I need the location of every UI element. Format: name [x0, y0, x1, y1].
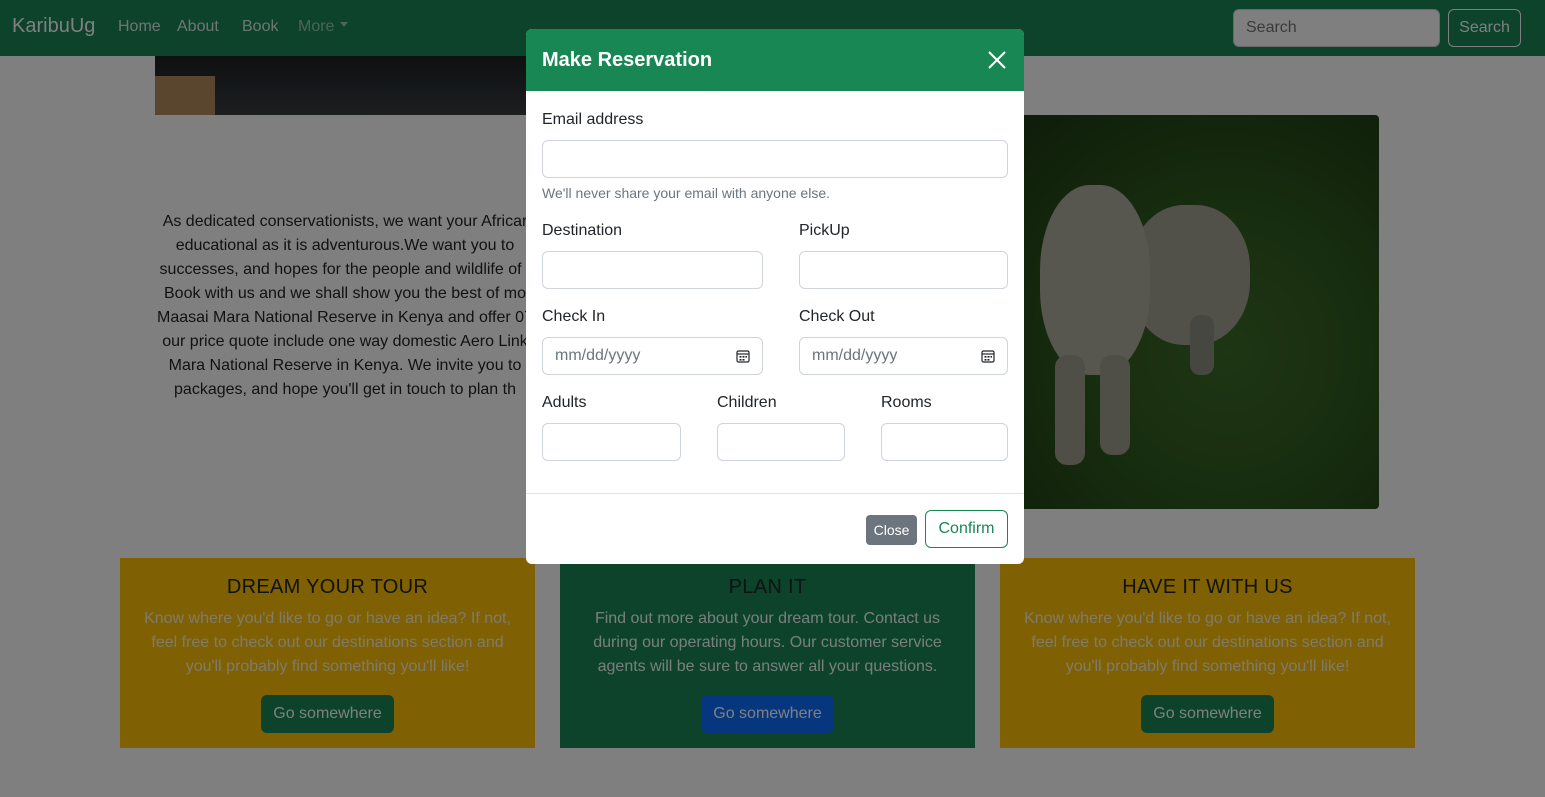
confirm-button[interactable]: Confirm: [925, 510, 1008, 548]
checkin-label: Check In: [542, 308, 606, 325]
calendar-icon[interactable]: [736, 349, 750, 363]
pickup-label: PickUp: [799, 222, 850, 239]
children-label: Children: [717, 394, 777, 411]
modal-footer-divider: [526, 493, 1024, 494]
pickup-field[interactable]: [799, 251, 1008, 289]
email-field[interactable]: [542, 140, 1008, 178]
checkout-label: Check Out: [799, 308, 875, 325]
email-label: Email address: [542, 111, 644, 128]
checkin-placeholder: mm/dd/yyyy: [555, 347, 641, 364]
checkout-placeholder: mm/dd/yyyy: [812, 347, 898, 364]
rooms-field[interactable]: [881, 423, 1008, 461]
rooms-label: Rooms: [881, 394, 932, 411]
reservation-modal: Make Reservation Email address We'll nev…: [526, 29, 1024, 564]
adults-field[interactable]: [542, 423, 681, 461]
checkin-date-field[interactable]: mm/dd/yyyy: [542, 337, 763, 375]
destination-field[interactable]: [542, 251, 763, 289]
destination-label: Destination: [542, 222, 623, 239]
adults-label: Adults: [542, 394, 587, 411]
modal-header: Make Reservation: [526, 29, 1024, 91]
calendar-icon[interactable]: [981, 349, 995, 363]
children-field[interactable]: [717, 423, 845, 461]
close-icon[interactable]: [986, 49, 1008, 71]
email-help-text: We'll never share your email with anyone…: [542, 185, 830, 201]
modal-title: Make Reservation: [542, 49, 713, 71]
checkout-date-field[interactable]: mm/dd/yyyy: [799, 337, 1008, 375]
close-button[interactable]: Close: [866, 515, 917, 545]
